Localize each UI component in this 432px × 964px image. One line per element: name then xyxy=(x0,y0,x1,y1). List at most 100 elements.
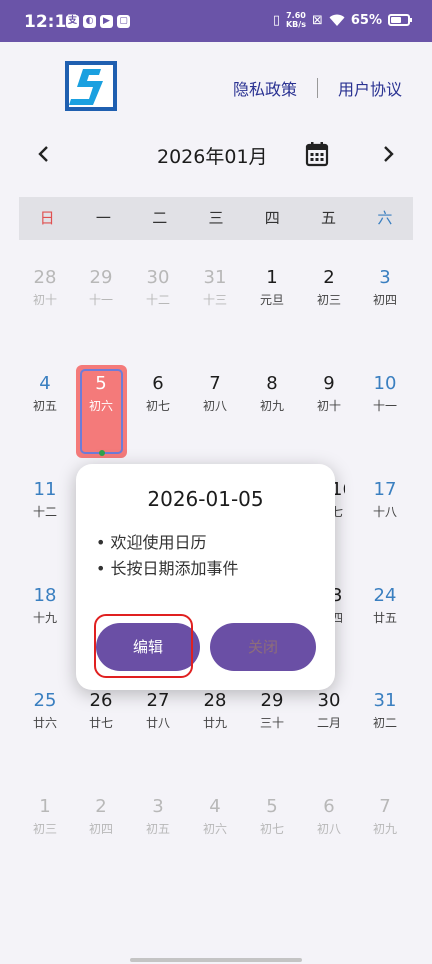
day-number: 27 xyxy=(146,690,170,711)
lunar-date: 初三 xyxy=(316,293,341,307)
day-number: 9 xyxy=(323,373,335,394)
calendar-day-cell[interactable]: 18 十九 xyxy=(20,585,70,626)
battery-percent: 65% xyxy=(350,12,382,28)
day-number: 24 xyxy=(373,585,397,606)
lunar-date: 三十 xyxy=(259,716,284,730)
calendar-day-cell[interactable]: 3 初四 xyxy=(360,267,410,308)
lunar-date: 廿六 xyxy=(32,716,57,730)
notification-icons: 支 ◐ ▶ ▢ xyxy=(66,15,130,28)
calendar-day-cell[interactable]: 4 初六 xyxy=(190,796,240,837)
day-number: 30 xyxy=(317,690,341,711)
calendar-day-cell[interactable]: 3 初五 xyxy=(133,796,183,837)
divider xyxy=(316,78,318,98)
lunar-date: 初六 xyxy=(88,399,113,413)
day-number: 10 xyxy=(373,373,397,394)
lunar-date: 十三 xyxy=(202,293,227,307)
calendar-day-cell[interactable]: 1 元旦 xyxy=(247,267,297,308)
calendar-day-cell[interactable]: 2 初三 xyxy=(304,267,354,308)
close-button[interactable]: 关闭 xyxy=(210,623,316,671)
calendar-day-cell[interactable]: 8 初九 xyxy=(247,373,297,414)
calendar-day-cell[interactable]: 28 廿九 xyxy=(190,690,240,731)
popup-date: 2026-01-05 xyxy=(147,487,264,511)
popup-event-line: • 长按日期添加事件 xyxy=(96,559,239,578)
calendar-day-cell[interactable]: 29 十一 xyxy=(76,267,126,308)
chevron-right-icon xyxy=(384,146,394,162)
day-number: 26 xyxy=(89,690,113,711)
vibrate-icon: ▯ xyxy=(272,12,280,28)
battery-fill xyxy=(391,17,402,23)
lunar-date: 廿九 xyxy=(202,716,227,730)
lunar-date: 十一 xyxy=(372,399,397,413)
lunar-date: 元旦 xyxy=(259,293,284,307)
lunar-date: 十一 xyxy=(88,293,113,307)
lunar-date: 初十 xyxy=(316,399,341,413)
calendar-day-cell[interactable]: 6 初八 xyxy=(304,796,354,837)
calendar-day-cell[interactable]: 7 初九 xyxy=(360,796,410,837)
calendar-picker-icon[interactable] xyxy=(305,141,329,167)
lunar-date: 初九 xyxy=(259,399,284,413)
lunar-date: 十二 xyxy=(145,293,170,307)
calendar-day-cell[interactable]: 28 初十 xyxy=(20,267,70,308)
status-bar: 12:15 支 ◐ ▶ ▢ ▯ 7.60 KB/s ⊠ 65% xyxy=(0,0,432,42)
calendar-day-cell[interactable]: 30 二月 xyxy=(304,690,354,731)
day-number: 17 xyxy=(373,479,397,500)
calendar-day-cell[interactable]: 2 初四 xyxy=(76,796,126,837)
calendar-day-cell[interactable]: 31 十三 xyxy=(190,267,240,308)
prev-month-button[interactable] xyxy=(27,139,59,171)
calendar-day-cell[interactable]: 30 十二 xyxy=(133,267,183,308)
lunar-date: 初四 xyxy=(372,293,397,307)
privacy-policy-link[interactable]: 隐私政策 xyxy=(233,76,297,100)
calendar-day-cell[interactable]: 25 廿六 xyxy=(20,690,70,731)
month-navigation: 2026年01月 xyxy=(0,135,432,175)
calendar-day-cell[interactable]: 9 初十 xyxy=(304,373,354,414)
popup-event-line: • 欢迎使用日历 xyxy=(96,533,207,552)
alipay-icon: 支 xyxy=(66,15,79,28)
user-agreement-link[interactable]: 用户协议 xyxy=(338,76,402,100)
lunar-date: 二月 xyxy=(316,716,341,730)
app-logo xyxy=(65,61,117,111)
weekday-label: 二 xyxy=(152,209,168,227)
gesture-navigation-bar[interactable] xyxy=(130,958,302,962)
chevron-left-icon xyxy=(38,146,48,162)
weekday-label: 日 xyxy=(39,209,55,227)
calendar-day-cell[interactable]: 5 初七 xyxy=(247,796,297,837)
day-number: 2 xyxy=(323,267,335,288)
day-number: 18 xyxy=(33,585,57,606)
calendar-day-cell[interactable]: 10 十一 xyxy=(360,373,410,414)
day-number: 28 xyxy=(203,690,227,711)
app-icon: ◐ xyxy=(83,15,96,28)
calendar-day-cell[interactable]: 4 初五 xyxy=(20,373,70,414)
day-number: 1 xyxy=(266,267,278,288)
calendar-day-cell[interactable]: 6 初七 xyxy=(133,373,183,414)
calendar-day-cell[interactable]: 29 三十 xyxy=(247,690,297,731)
day-number: 8 xyxy=(266,373,278,394)
lunar-date: 十八 xyxy=(372,505,397,519)
month-title: 2026年01月 xyxy=(157,146,268,168)
network-speed: 7.60 KB/s xyxy=(285,11,306,29)
calendar-day-cell[interactable]: 17 十八 xyxy=(360,479,410,520)
next-month-button[interactable] xyxy=(373,139,405,171)
battery-icon xyxy=(388,14,412,26)
event-indicator-dot xyxy=(99,450,105,456)
day-number: 3 xyxy=(379,267,391,288)
calendar-day-cell[interactable]: 31 初二 xyxy=(360,690,410,731)
calendar-day-cell[interactable]: 26 廿七 xyxy=(76,690,126,731)
lunar-date: 初八 xyxy=(202,399,227,413)
day-number: 5 xyxy=(95,373,107,394)
annotation-highlight-ring xyxy=(94,614,193,678)
lunar-date: 初五 xyxy=(145,822,170,836)
wifi-icon xyxy=(329,14,345,26)
weekday-label: 六 xyxy=(377,209,393,227)
day-number: 2 xyxy=(95,796,107,817)
day-number: 5 xyxy=(266,796,278,817)
calendar-day-cell[interactable]: 24 廿五 xyxy=(360,585,410,626)
day-number: 6 xyxy=(152,373,164,394)
calendar-day-cell[interactable]: 7 初八 xyxy=(190,373,240,414)
calendar-day-cell[interactable]: 11 十二 xyxy=(20,479,70,520)
calendar-day-cell[interactable]: 5 初六 xyxy=(76,373,126,414)
day-number: 28 xyxy=(33,267,57,288)
day-number: 4 xyxy=(209,796,221,817)
lunar-date: 廿五 xyxy=(372,611,397,625)
calendar-day-cell[interactable]: 1 初三 xyxy=(20,796,70,837)
calendar-day-cell[interactable]: 27 廿八 xyxy=(133,690,183,731)
